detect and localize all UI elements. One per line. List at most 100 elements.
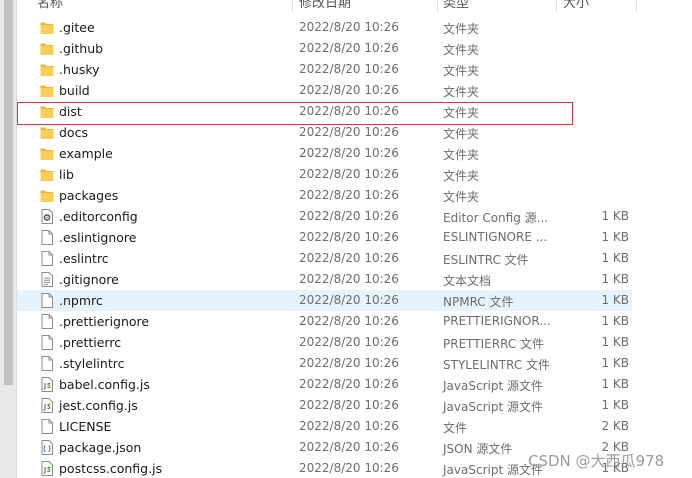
file-name: .npmrc [59,293,103,308]
file-name: .husky [59,62,100,77]
file-date: 2022/8/20 10:26 [299,461,399,475]
file-size: 1 KB [601,251,629,265]
file-name: package.json [59,440,142,455]
file-name: .gitignore [59,272,119,287]
file-row[interactable]: packages 2022/8/20 10:26 文件夹 [17,185,692,206]
config-file-icon [40,209,54,224]
folder-icon [40,20,54,35]
file-row[interactable]: .npmrc 2022/8/20 10:26 NPMRC 文件 1 KB [17,290,632,311]
file-name: .github [59,41,104,56]
file-size: 1 KB [601,209,629,223]
folder-icon [40,167,54,182]
file-type: JSON 源文件 [443,442,513,456]
file-size: 1 KB [601,398,629,412]
file-row[interactable]: babel.config.js 2022/8/20 10:26 JavaScript… [17,374,692,395]
file-type: 文件夹 [443,64,480,78]
file-icon [40,230,54,245]
file-name: LICENSE [59,419,112,434]
js-file-icon [40,398,54,413]
file-name: jest.config.js [59,398,138,413]
file-date: 2022/8/20 10:26 [299,335,399,349]
file-icon [40,335,54,350]
file-name: docs [59,125,88,140]
file-date: 2022/8/20 10:26 [299,62,399,76]
file-date: 2022/8/20 10:26 [299,377,399,391]
file-row[interactable]: .gitee 2022/8/20 10:26 文件夹 [17,17,692,38]
folder-icon [40,41,54,56]
column-separator[interactable] [292,0,293,12]
folder-icon [40,62,54,77]
folder-icon [40,125,54,140]
file-name: .editorconfig [59,209,138,224]
file-row[interactable]: jest.config.js 2022/8/20 10:26 JavaScript … [17,395,692,416]
file-size: 1 KB [601,356,629,370]
column-separator[interactable] [437,0,438,12]
file-type: 文件夹 [443,190,480,204]
file-date: 2022/8/20 10:26 [299,209,399,223]
column-header-size[interactable]: 大小 [563,0,589,11]
file-type: JavaScript 源文件 [443,379,543,393]
file-row[interactable]: .prettierignore 2022/8/20 10:26 PRETTIERIG… [17,311,692,332]
scrollbar-thumb[interactable] [4,0,13,385]
file-date: 2022/8/20 10:26 [299,167,399,181]
file-row[interactable]: .editorconfig 2022/8/20 10:26 Editor Confi… [17,206,692,227]
file-date: 2022/8/20 10:26 [299,125,399,139]
file-date: 2022/8/20 10:26 [299,20,399,34]
file-type: 文件 [443,421,468,435]
file-size: 1 KB [601,272,629,286]
folder-icon [40,83,54,98]
file-icon [40,293,54,308]
file-date: 2022/8/20 10:26 [299,188,399,202]
file-row[interactable]: .husky 2022/8/20 10:26 文件夹 [17,59,692,80]
file-type: ESLINTRC 文件 [443,253,529,267]
file-name: example [59,146,113,161]
file-name: .gitee [59,20,95,35]
column-separator[interactable] [636,0,637,12]
file-icon [40,356,54,371]
column-header-type[interactable]: 类型 [443,0,469,11]
file-type: Editor Config 源... [443,211,549,225]
file-row[interactable]: example 2022/8/20 10:26 文件夹 [17,143,692,164]
js-file-icon [40,377,54,392]
json-file-icon [40,440,54,455]
file-date: 2022/8/20 10:26 [299,314,399,328]
file-name: .prettierrc [59,335,122,350]
file-size: 1 KB [601,314,629,328]
file-type: STYLELINTRC 文件 [443,358,551,372]
file-row[interactable]: .prettierrc 2022/8/20 10:26 PRETTIERRC 文件 1… [17,332,692,353]
file-type: PRETTIERRC 文件 [443,337,544,351]
column-header-date[interactable]: 修改日期 [299,0,351,11]
file-row[interactable]: docs 2022/8/20 10:26 文件夹 [17,122,692,143]
file-name: .stylelintrc [59,356,125,371]
column-header: 名称 修改日期 类型 大小 [17,0,637,12]
file-row[interactable]: LICENSE 2022/8/20 10:26 文件 2 KB [17,416,692,437]
file-type: ESLINTIGNORE ... [443,230,548,244]
file-type: 文件夹 [443,169,480,183]
column-separator[interactable] [556,0,557,12]
file-row[interactable]: lib 2022/8/20 10:26 文件夹 [17,164,692,185]
file-date: 2022/8/20 10:26 [299,251,399,265]
text-file-icon [40,272,54,287]
file-date: 2022/8/20 10:26 [299,293,399,307]
file-row[interactable]: .stylelintrc 2022/8/20 10:26 STYLELINTRC 文… [17,353,692,374]
file-row[interactable]: .gitignore 2022/8/20 10:26 文本文档 1 KB [17,269,692,290]
file-row[interactable]: build 2022/8/20 10:26 文件夹 [17,80,692,101]
file-size: 1 KB [601,335,629,349]
file-row[interactable]: .github 2022/8/20 10:26 文件夹 [17,38,692,59]
file-type: NPMRC 文件 [443,295,514,309]
file-date: 2022/8/20 10:26 [299,440,399,454]
file-row[interactable]: .eslintignore 2022/8/20 10:26 ESLINTIGNORE… [17,227,692,248]
file-icon [40,314,54,329]
file-name: .prettierignore [59,314,150,329]
file-name: lib [59,167,74,182]
file-date: 2022/8/20 10:26 [299,83,399,97]
file-date: 2022/8/20 10:26 [299,41,399,55]
file-type: 文件夹 [443,22,480,36]
file-row[interactable]: .eslintrc 2022/8/20 10:26 ESLINTRC 文件 1 KB [17,248,692,269]
vertical-scrollbar[interactable] [0,0,17,478]
file-icon [40,251,54,266]
file-type: 文本文档 [443,274,492,288]
file-name: babel.config.js [59,377,150,392]
column-header-name[interactable]: 名称 [37,0,63,11]
file-date: 2022/8/20 10:26 [299,419,399,433]
